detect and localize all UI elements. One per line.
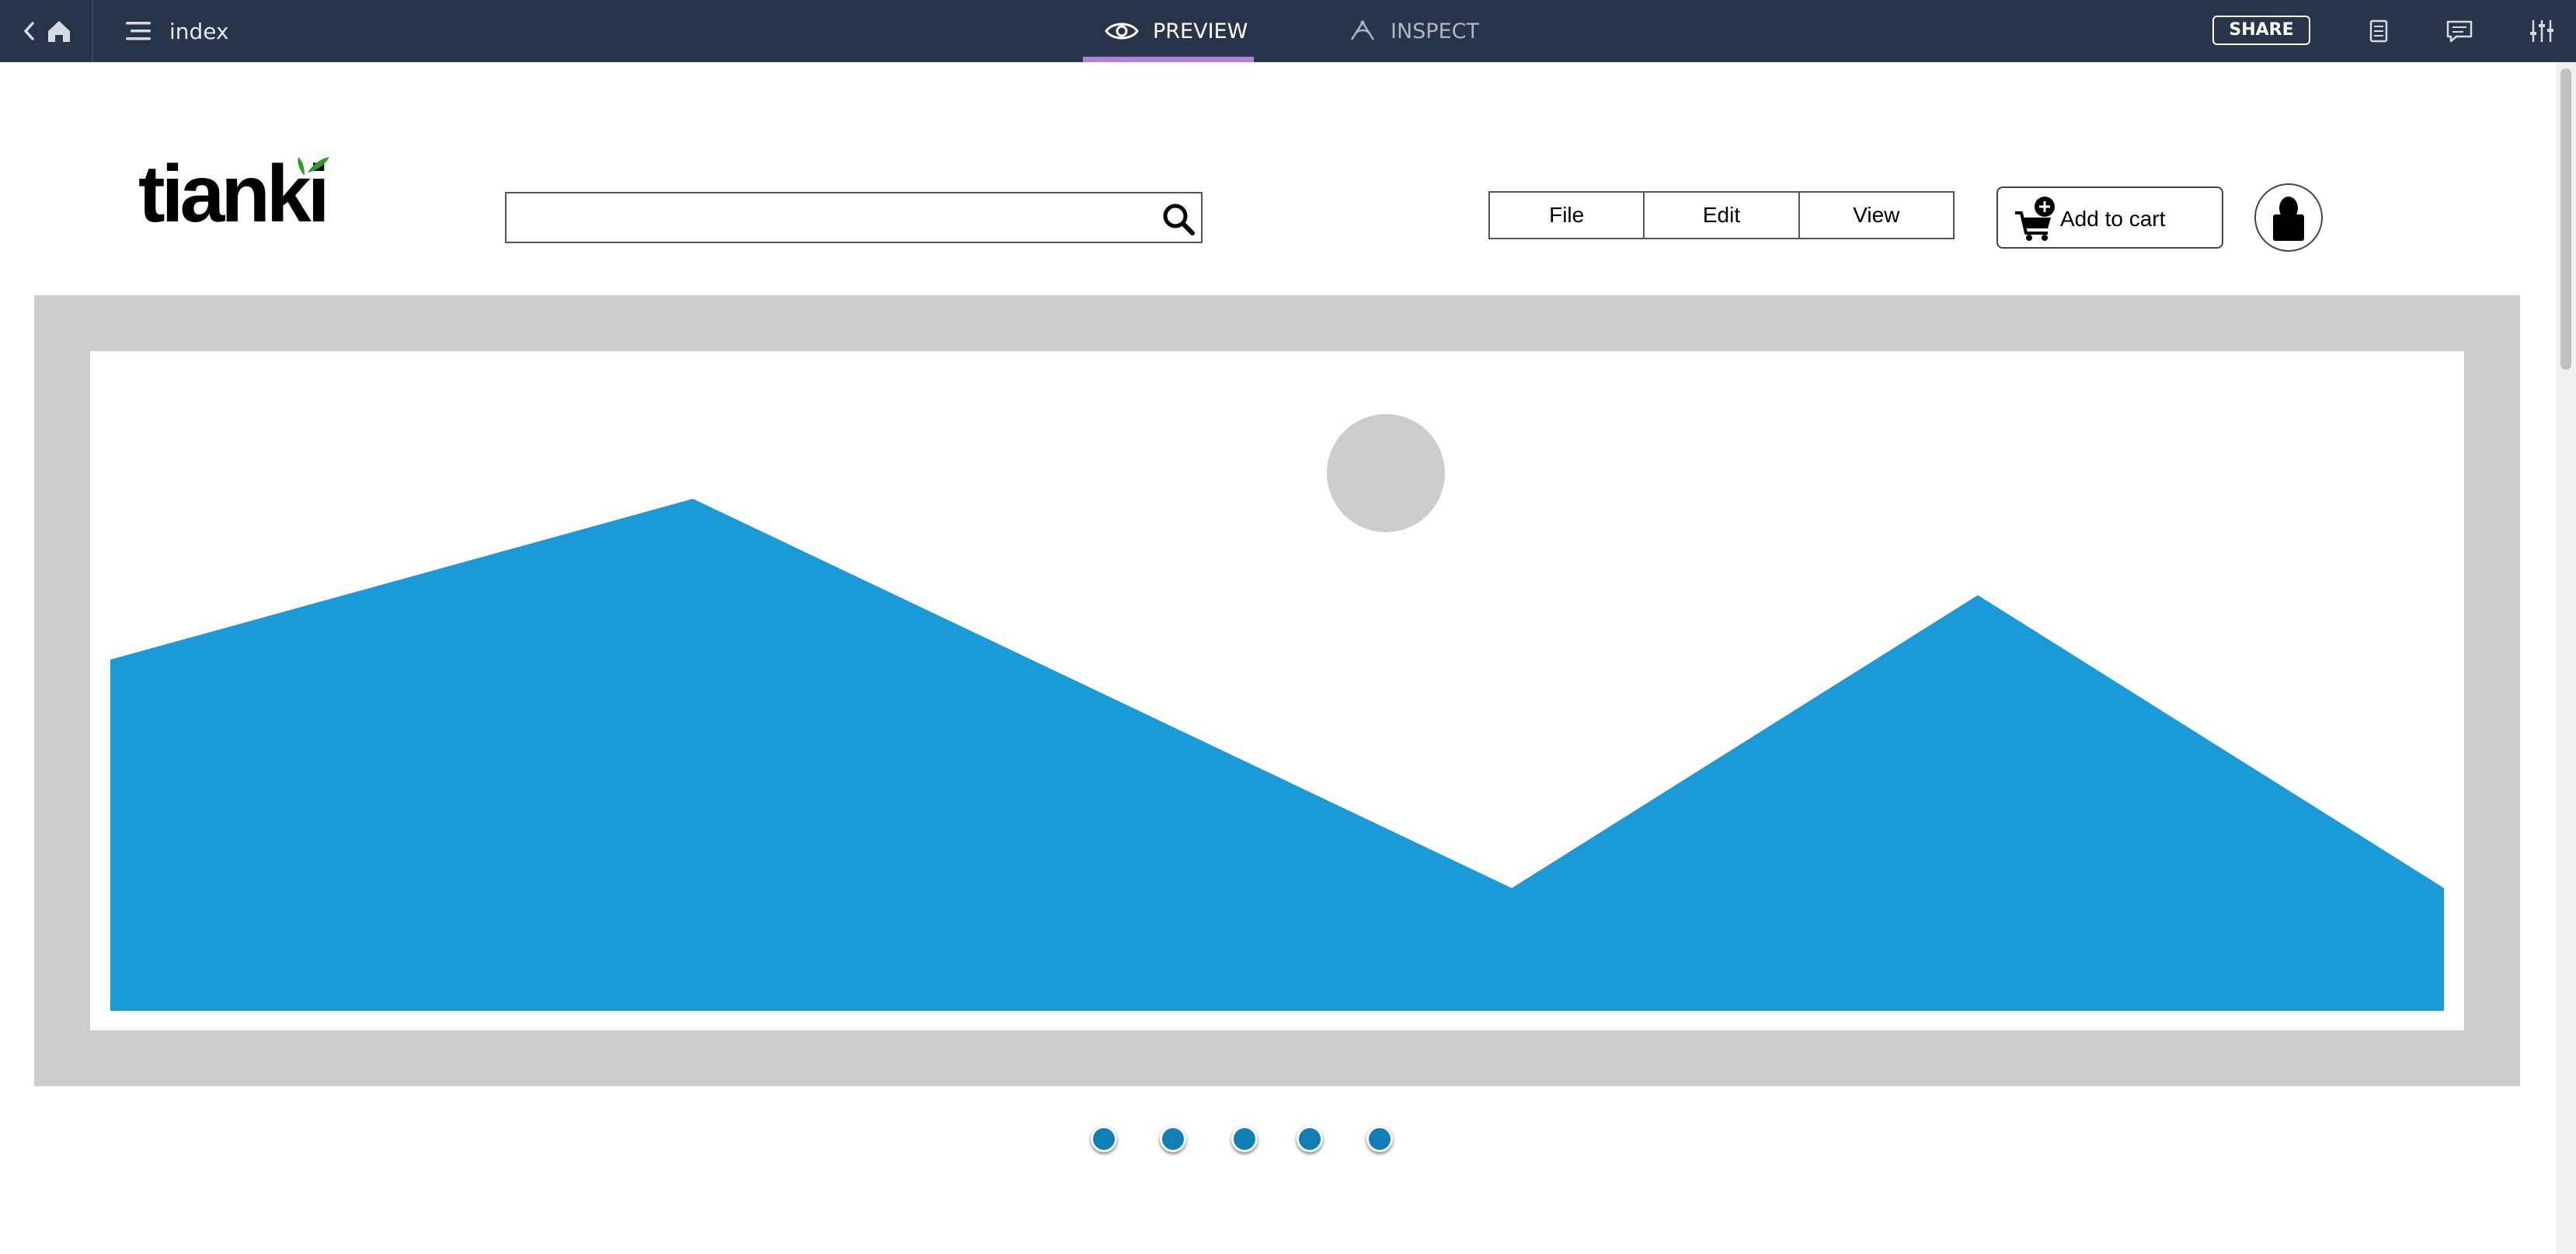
back-home-button[interactable] xyxy=(20,17,90,45)
scrollbar-thumb[interactable] xyxy=(2560,68,2571,370)
home-icon xyxy=(48,21,70,42)
carousel-dot-3[interactable] xyxy=(1231,1126,1258,1152)
comment-icon xyxy=(2446,20,2473,43)
user-icon xyxy=(2273,197,2304,241)
tab-preview[interactable]: PREVIEW xyxy=(1083,0,1254,62)
settings-button[interactable] xyxy=(2526,16,2557,47)
pages-menu-icon xyxy=(126,22,151,40)
notes-button[interactable] xyxy=(2363,16,2394,47)
vertical-scrollbar[interactable] xyxy=(2556,62,2576,1254)
search-input[interactable] xyxy=(513,198,1153,239)
site-logo[interactable]: tianki xyxy=(138,154,340,239)
carousel-slide-image[interactable] xyxy=(90,351,2464,1030)
search-icon[interactable] xyxy=(1161,201,1196,237)
back-chevron-icon xyxy=(24,22,34,40)
mountains-shape xyxy=(110,499,2444,1011)
settings-sliders-icon xyxy=(2530,20,2553,42)
user-avatar[interactable] xyxy=(2254,183,2323,252)
carousel-dot-5[interactable] xyxy=(1366,1126,1393,1152)
menu-button-group: File Edit View xyxy=(1488,191,1955,239)
pages-menu-button[interactable]: index xyxy=(124,16,229,47)
toolbar-divider xyxy=(92,0,93,62)
inspect-icon xyxy=(1350,20,1375,40)
image-carousel xyxy=(34,295,2520,1086)
menu-edit-button[interactable]: Edit xyxy=(1645,193,1800,238)
menu-file-button[interactable]: File xyxy=(1490,193,1645,238)
comments-button[interactable] xyxy=(2444,16,2475,47)
logo-leaf-icon xyxy=(298,157,329,176)
eye-icon xyxy=(1105,23,1139,40)
top-toolbar: index PREVIEW INSPECT SHARE xyxy=(0,0,2576,62)
add-to-cart-icon xyxy=(2015,197,2055,241)
search-bar xyxy=(505,192,1203,243)
sun-shape xyxy=(1327,414,1445,532)
carousel-dot-1[interactable] xyxy=(1091,1126,1117,1152)
add-to-cart-button[interactable]: Add to cart xyxy=(1996,186,2223,249)
image-placeholder-icon xyxy=(110,414,2444,1011)
add-to-cart-label: Add to cart xyxy=(2060,207,2166,231)
carousel-dot-4[interactable] xyxy=(1297,1126,1323,1152)
tab-preview-label: PREVIEW xyxy=(1153,19,1248,44)
share-button[interactable]: SHARE xyxy=(2212,16,2310,45)
notes-icon xyxy=(2369,19,2388,43)
active-tab-indicator xyxy=(1083,57,1254,62)
tab-inspect[interactable]: INSPECT xyxy=(1349,0,1519,62)
menu-view-button[interactable]: View xyxy=(1800,193,1953,238)
tab-inspect-label: INSPECT xyxy=(1391,19,1479,44)
carousel-dot-2[interactable] xyxy=(1160,1126,1186,1152)
page-name: index xyxy=(169,18,229,44)
